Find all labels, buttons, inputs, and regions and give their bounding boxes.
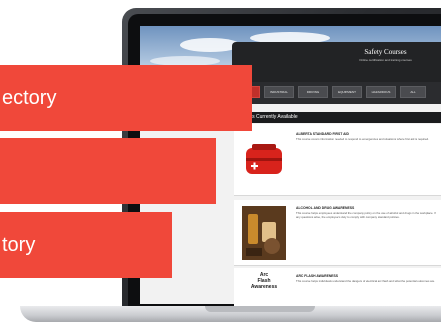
nav-button-industrial[interactable]: INDUSTRIAL [264, 86, 294, 98]
course-title[interactable]: ALBERTA STANDARD FIRST AID [296, 132, 349, 136]
course-card[interactable]: Arc Flash Awareness ARC FLASH AWARENESS … [234, 268, 441, 306]
nav-button-hazardous[interactable]: HAZARDOUS [366, 86, 396, 98]
arc-flash-logo-line: Awareness [250, 284, 278, 290]
course-description: This course covers information needed to… [296, 137, 429, 141]
banner-directory-1[interactable]: ectory [0, 65, 252, 131]
course-title[interactable]: ARC FLASH AWARENESS [296, 274, 338, 278]
site-subtitle: Online certification and training course… [359, 58, 412, 62]
nav-button-all[interactable]: ALL [400, 86, 426, 98]
course-card[interactable]: ALBERTA STANDARD FIRST AID This course c… [234, 124, 441, 196]
nav-button-driving[interactable]: DRIVING [298, 86, 328, 98]
site-title: Safety Courses [364, 48, 407, 56]
section-heading: Courses Currently Available [232, 112, 441, 123]
arc-flash-logo: Arc Flash Awareness [242, 272, 286, 302]
course-description: This course helps employees understand t… [296, 211, 436, 219]
first-aid-kit-icon [242, 136, 286, 180]
alcohol-drugs-image [242, 206, 286, 260]
course-card[interactable]: ALCOHOL AND DRUG AWARENESS This course h… [234, 200, 441, 266]
laptop-notch [205, 306, 315, 312]
banner-label: ectory [2, 86, 57, 109]
banner-middle[interactable] [0, 138, 216, 204]
banner-directory-2[interactable]: tory [0, 212, 172, 278]
course-title[interactable]: ALCOHOL AND DRUG AWARENESS [296, 206, 354, 210]
cloud-shape [180, 38, 240, 52]
nav-button-equipment[interactable]: EQUIPMENT [332, 86, 362, 98]
course-description: This course helps individuals understand… [296, 279, 435, 283]
banner-label: tory [2, 233, 36, 256]
